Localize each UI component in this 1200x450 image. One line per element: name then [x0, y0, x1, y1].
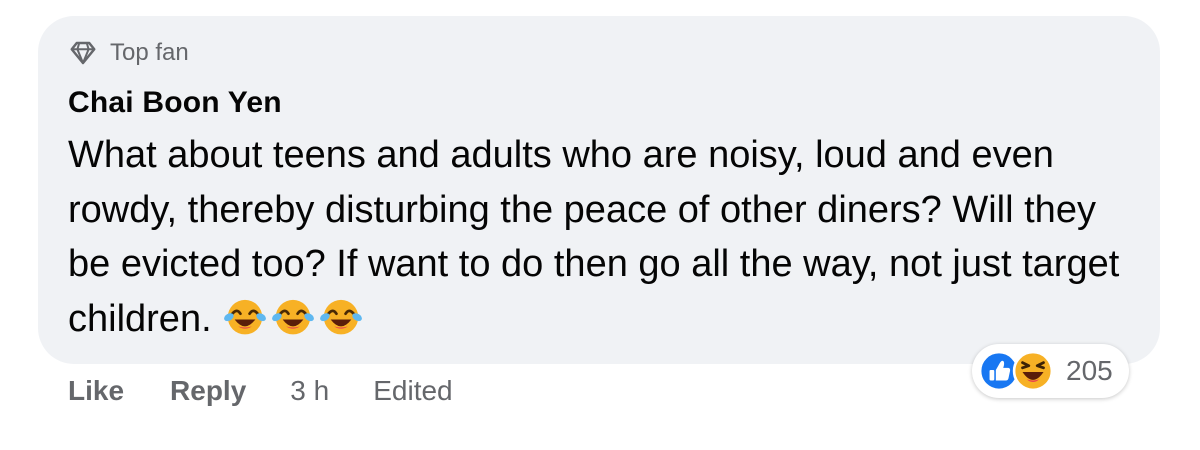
- laughing-crying-emoji: [271, 300, 314, 335]
- reactions-summary[interactable]: 205: [972, 344, 1129, 398]
- laughing-crying-emoji: [319, 300, 362, 335]
- like-button[interactable]: Like: [68, 375, 124, 407]
- comment-timestamp[interactable]: 3 h: [290, 375, 329, 407]
- laughing-emoji-group: [222, 293, 364, 339]
- diamond-icon: [70, 41, 96, 65]
- comment-author[interactable]: Chai Boon Yen: [68, 86, 282, 120]
- laughing-crying-emoji: [223, 300, 266, 335]
- top-fan-badge[interactable]: Top fan: [68, 36, 189, 70]
- comment-body: What about teens and adults who are nois…: [68, 128, 1138, 346]
- reply-button[interactable]: Reply: [170, 375, 246, 407]
- reaction-count: 205: [1066, 355, 1113, 386]
- comment-actions: Like Reply 3 h Edited: [68, 375, 453, 407]
- haha-reaction-icon: [1012, 350, 1054, 392]
- badge-label: Top fan: [110, 39, 189, 66]
- edited-label[interactable]: Edited: [373, 375, 452, 407]
